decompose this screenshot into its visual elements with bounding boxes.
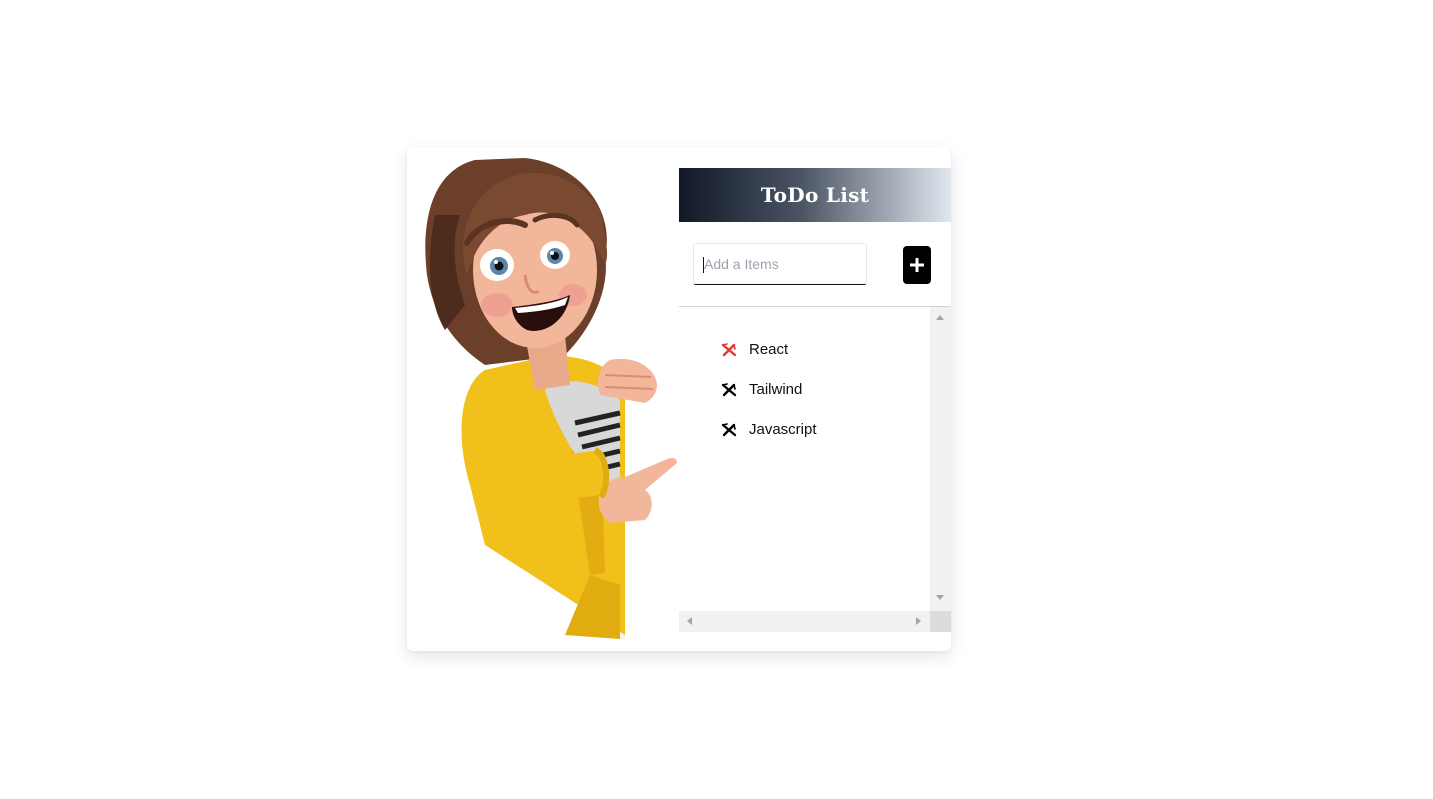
scroll-down-arrow-icon[interactable] (936, 595, 944, 600)
add-item-button[interactable] (903, 246, 931, 284)
scroll-left-arrow-icon[interactable] (687, 617, 692, 625)
delete-icon[interactable] (721, 382, 737, 398)
horizontal-scrollbar[interactable] (679, 611, 930, 632)
text-caret (703, 257, 704, 273)
list-item: Javascript (721, 409, 817, 450)
scroll-right-arrow-icon[interactable] (916, 617, 921, 625)
list-item-label: React (749, 341, 789, 358)
scroll-up-arrow-icon[interactable] (936, 315, 944, 320)
scrollbar-corner (930, 611, 951, 632)
todo-panel: ToDo List React Tailwind Javascript (679, 168, 951, 632)
add-item-row (679, 222, 951, 307)
page-title: ToDo List (760, 183, 870, 207)
list-item: Tailwind (721, 369, 817, 410)
add-item-input[interactable] (693, 243, 867, 285)
todo-list-container: React Tailwind Javascript (679, 307, 951, 632)
todo-card: ToDo List React Tailwind Javascript (407, 147, 951, 651)
cartoon-woman-illustration (425, 155, 677, 639)
todo-list-viewport: React Tailwind Javascript (679, 307, 930, 611)
list-item-label: Tailwind (749, 381, 803, 398)
list-item: React (721, 329, 817, 370)
delete-icon[interactable] (721, 422, 737, 438)
vertical-scrollbar[interactable] (930, 307, 951, 611)
plus-icon (910, 258, 924, 272)
todo-list: React Tailwind Javascript (721, 330, 817, 450)
list-item-label: Javascript (749, 421, 817, 438)
delete-icon[interactable] (721, 342, 737, 358)
todo-header: ToDo List (679, 168, 951, 222)
